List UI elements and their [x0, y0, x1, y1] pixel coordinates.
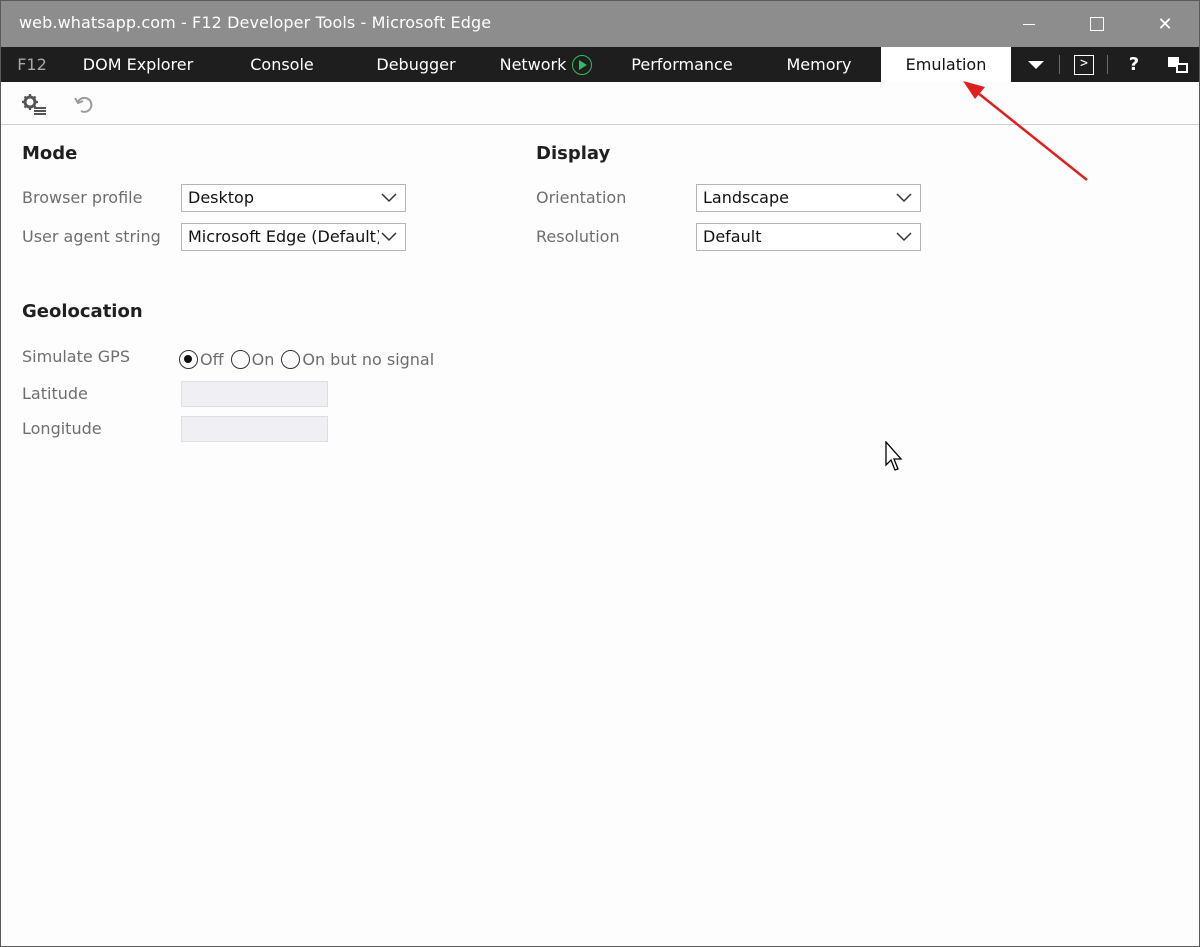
tab-bar: F12 DOM Explorer Console Debugger Networ… — [1, 47, 1199, 82]
maximize-icon — [1090, 17, 1104, 31]
tab-performance[interactable]: Performance — [611, 47, 753, 82]
close-button[interactable]: ✕ — [1137, 1, 1193, 47]
radio-unchecked-icon — [230, 349, 250, 369]
tab-network[interactable]: Network — [481, 47, 611, 82]
undo-icon — [74, 96, 93, 113]
tab-emulation[interactable]: Emulation — [881, 47, 1011, 82]
simulate-gps-label: Simulate GPS — [22, 347, 130, 366]
longitude-input[interactable] — [181, 416, 328, 442]
orientation-value: Landscape — [703, 188, 789, 207]
resolution-select[interactable]: Default — [696, 223, 921, 251]
tab-memory[interactable]: Memory — [753, 47, 885, 82]
chevron-down-icon — [379, 229, 399, 245]
orientation-select[interactable]: Landscape — [696, 184, 921, 212]
undock-button[interactable] — [1161, 47, 1195, 82]
tab-debugger[interactable]: Debugger — [351, 47, 481, 82]
browser-profile-label: Browser profile — [22, 188, 143, 207]
gps-off-option[interactable]: Off — [179, 349, 226, 369]
resolution-value: Default — [703, 227, 762, 246]
latitude-input[interactable] — [181, 381, 328, 407]
mouse-cursor-icon — [885, 441, 903, 471]
chevron-down-icon — [894, 190, 914, 206]
divider — [1107, 55, 1108, 74]
user-agent-label: User agent string — [22, 227, 161, 246]
persist-settings-button[interactable] — [21, 92, 47, 116]
mode-heading: Mode — [22, 143, 78, 164]
radio-unchecked-icon — [281, 349, 301, 369]
tab-network-label: Network — [499, 55, 567, 74]
devtools-window: web.whatsapp.com - F12 Developer Tools -… — [0, 0, 1200, 947]
minimize-button[interactable] — [1001, 1, 1057, 47]
chevron-down-icon — [894, 229, 914, 245]
gps-on-label: On — [251, 349, 275, 369]
latitude-label: Latitude — [22, 384, 88, 403]
user-agent-select[interactable]: Microsoft Edge (Default) — [181, 223, 406, 251]
title-bar[interactable]: web.whatsapp.com - F12 Developer Tools -… — [1, 1, 1199, 47]
resolution-label: Resolution — [536, 227, 620, 246]
orientation-label: Orientation — [536, 188, 627, 207]
tab-dom-explorer[interactable]: DOM Explorer — [63, 47, 213, 82]
play-icon — [572, 54, 593, 75]
reset-button[interactable] — [71, 92, 97, 116]
user-agent-value: Microsoft Edge (Default) — [188, 227, 383, 246]
maximize-button[interactable] — [1069, 1, 1125, 47]
longitude-label: Longitude — [22, 419, 102, 438]
simulate-gps-radio-group: Off On On but no signal — [179, 347, 441, 371]
settings-icon — [22, 94, 46, 115]
gps-no-signal-label: On but no signal — [302, 349, 435, 369]
tools-dropdown-button[interactable] — [1019, 47, 1053, 82]
gps-off-label: Off — [200, 349, 224, 369]
dropdown-icon — [1028, 60, 1044, 69]
close-icon: ✕ — [1157, 13, 1173, 35]
display-heading: Display — [536, 143, 611, 164]
radio-checked-icon — [179, 349, 198, 369]
help-button[interactable]: ? — [1117, 47, 1151, 82]
divider — [1059, 55, 1060, 74]
f12-label: F12 — [17, 55, 47, 74]
minimize-icon — [1023, 23, 1035, 25]
chevron-down-icon — [379, 190, 399, 206]
help-icon: ? — [1128, 54, 1140, 75]
tab-console[interactable]: Console — [213, 47, 351, 82]
window-title: web.whatsapp.com - F12 Developer Tools -… — [19, 13, 492, 32]
emulation-toolbar — [1, 82, 1199, 125]
browser-profile-value: Desktop — [188, 188, 254, 207]
gps-no-signal-option[interactable]: On but no signal — [281, 349, 436, 369]
browser-profile-select[interactable]: Desktop — [181, 184, 406, 212]
geolocation-heading: Geolocation — [22, 301, 143, 322]
console-toggle-button[interactable]: > — [1067, 47, 1101, 82]
undock-icon — [1168, 56, 1188, 73]
gps-on-option[interactable]: On — [230, 349, 277, 369]
console-icon: > — [1074, 54, 1094, 75]
